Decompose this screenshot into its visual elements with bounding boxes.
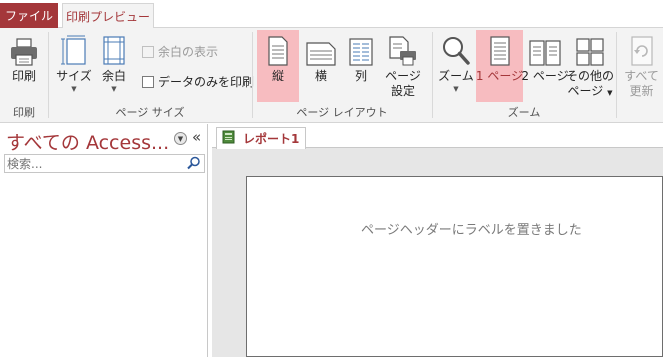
document-tab-label: レポート1 xyxy=(243,132,300,146)
tab-print-preview[interactable]: 印刷プレビュー xyxy=(62,3,154,29)
columns-icon xyxy=(349,34,373,66)
print-button-label: 印刷 xyxy=(11,69,36,83)
print-group: 印刷 印刷 xyxy=(0,28,48,123)
two-pages-icon xyxy=(529,34,561,66)
margins-button[interactable]: 余白 ▼ xyxy=(96,30,132,102)
print-data-only-checkbox[interactable]: データのみを印刷 xyxy=(142,73,254,90)
page-setup-label-1: ページ xyxy=(385,69,421,83)
printer-icon xyxy=(9,34,39,66)
ribbon-tab-strip: ファイル 印刷プレビュー xyxy=(0,0,663,29)
nav-search-box xyxy=(4,154,205,173)
show-margins-checkbox[interactable]: 余白の表示 xyxy=(142,43,218,60)
page-layout-group: 縦 横 列 ページ 設定 ページ レイアウト xyxy=(254,28,430,123)
page-setup-button[interactable]: ページ 設定 xyxy=(382,30,424,102)
zoom-button-label: ズーム xyxy=(438,69,474,83)
document-tab-bar: レポート1 xyxy=(212,124,663,149)
ribbon-separator xyxy=(252,32,253,118)
refresh-all-label-2: 更新 xyxy=(629,84,654,98)
document-area: レポート1 ページヘッダーにラベルを置きました xyxy=(212,124,663,357)
search-icon[interactable] xyxy=(187,156,201,173)
nav-search-input[interactable] xyxy=(5,155,183,172)
magnifier-icon xyxy=(442,34,470,66)
print-group-label: 印刷 xyxy=(13,106,35,119)
size-button-label: サイズ xyxy=(56,69,92,83)
ribbon-separator xyxy=(432,32,433,118)
one-page-button[interactable]: 1 ページ xyxy=(476,30,523,102)
more-pages-label-1: その他の xyxy=(566,69,615,83)
document-tab-report1[interactable]: レポート1 xyxy=(216,127,306,149)
more-pages-button[interactable]: その他の ページ ▼ xyxy=(566,30,615,102)
report-page: ページヘッダーにラベルを置きました xyxy=(246,176,663,357)
page-setup-icon xyxy=(388,34,418,66)
print-data-only-label: データのみを印刷 xyxy=(158,75,255,89)
page-setup-label-2: 設定 xyxy=(390,84,415,98)
report-icon xyxy=(222,130,235,147)
landscape-page-icon xyxy=(306,34,336,66)
zoom-group-label: ズーム xyxy=(507,106,541,119)
margins-button-label: 余白 xyxy=(101,69,126,83)
ribbon-separator xyxy=(48,32,49,118)
portrait-button-label: 縦 xyxy=(271,69,284,83)
more-pages-label-2-text: ページ xyxy=(567,84,604,98)
columns-button-label: 列 xyxy=(354,69,367,83)
more-pages-label-2: ページ ▼ xyxy=(568,84,613,101)
chevron-down-icon: ▼ xyxy=(71,85,77,93)
two-pages-button-label: 2 ページ xyxy=(521,69,569,83)
chevron-down-icon: ▼ xyxy=(453,85,459,93)
checkbox-icon xyxy=(142,75,154,88)
page-size-group-label: ページ サイズ xyxy=(115,106,185,119)
portrait-button[interactable]: 縦 xyxy=(257,30,299,102)
page-size-group: サイズ ▼ 余白 ▼ 余白の表示 データのみを印刷 ページ サイズ xyxy=(50,28,254,123)
collapse-pane-icon[interactable]: « xyxy=(192,128,201,146)
columns-button[interactable]: 列 xyxy=(342,30,380,102)
page-size-icon xyxy=(60,34,88,66)
checkbox-icon xyxy=(142,45,154,58)
landscape-button[interactable]: 横 xyxy=(302,30,340,102)
show-margins-label: 余白の表示 xyxy=(158,45,219,59)
portrait-page-icon xyxy=(267,34,289,66)
one-page-icon xyxy=(489,34,511,66)
ribbon-separator xyxy=(616,32,617,118)
nav-pane-title[interactable]: すべての Access... xyxy=(6,128,169,155)
more-pages-icon xyxy=(576,34,604,66)
margins-icon xyxy=(101,34,127,66)
chevron-down-icon: ▼ xyxy=(111,85,117,93)
page-layout-group-label: ページ レイアウト xyxy=(296,106,388,119)
zoom-group: ズーム ▼ 1 ページ 2 ページ その他の ページ ▼ ズーム xyxy=(434,28,614,123)
chevron-down-icon: ▼ xyxy=(607,89,613,97)
refresh-all-button[interactable]: すべて 更新 xyxy=(620,30,663,102)
zoom-button[interactable]: ズーム ▼ xyxy=(436,30,476,102)
refresh-all-label-1: すべて xyxy=(624,69,659,83)
navigation-pane: すべての Access... ▼ « xyxy=(0,124,208,357)
chevron-down-icon[interactable]: ▼ xyxy=(174,132,187,145)
two-pages-button[interactable]: 2 ページ xyxy=(521,30,569,102)
ribbon: 印刷 印刷 サイズ ▼ 余白 ▼ 余白の表示 データのみを印刷 ページ サイズ … xyxy=(0,28,663,123)
page-header-label: ページヘッダーにラベルを置きました xyxy=(361,223,582,238)
print-button[interactable]: 印刷 xyxy=(2,30,46,102)
tab-file[interactable]: ファイル xyxy=(0,3,58,28)
refresh-icon xyxy=(630,34,654,66)
landscape-button-label: 横 xyxy=(314,69,327,83)
size-button[interactable]: サイズ ▼ xyxy=(56,30,92,102)
one-page-button-label: 1 ページ xyxy=(475,69,524,83)
